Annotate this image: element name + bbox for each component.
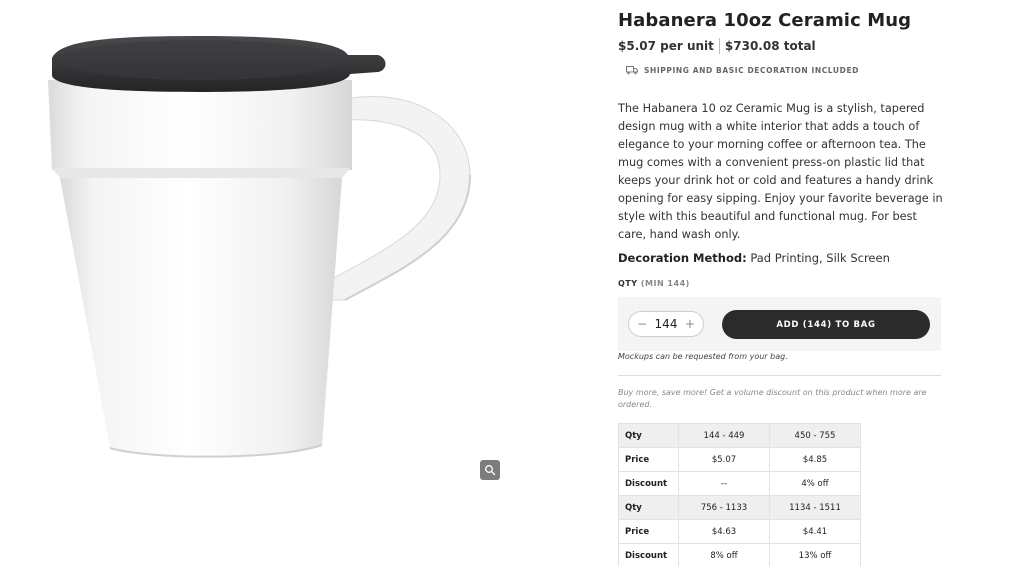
- table-cell: 8% off: [678, 543, 770, 566]
- shipping-text: SHIPPING AND BASIC DECORATION INCLUDED: [644, 66, 859, 75]
- table-cell: 450 - 755: [769, 423, 861, 448]
- table-cell: 1134 - 1511: [769, 495, 861, 520]
- row-label: Price: [618, 447, 679, 472]
- table-row: Price $5.07 $4.85: [618, 447, 861, 472]
- table-cell: 4% off: [769, 471, 861, 496]
- table-cell: $4.63: [678, 519, 770, 544]
- total-price: $730.08 total: [724, 39, 816, 53]
- zoom-button[interactable]: [480, 460, 500, 480]
- product-description: The Habanera 10 oz Ceramic Mug is a styl…: [618, 102, 943, 241]
- mockup-note: Mockups can be requested from your bag.: [618, 352, 788, 361]
- add-to-bag-button[interactable]: ADD (144) TO BAG: [722, 310, 930, 339]
- table-row: Qty 144 - 449 450 - 755: [618, 423, 861, 448]
- table-cell: 144 - 449: [678, 423, 770, 448]
- table-cell: 13% off: [769, 543, 861, 566]
- table-cell: $4.41: [769, 519, 861, 544]
- pricing-table: Qty 144 - 449 450 - 755 Price $5.07 $4.85 Disc…: [618, 423, 861, 566]
- table-cell: 756 - 1133: [678, 495, 770, 520]
- row-label: Discount: [618, 471, 679, 496]
- table-cell: $5.07: [678, 447, 770, 472]
- qty-min: (MIN 144): [640, 279, 690, 288]
- price-divider: [718, 38, 720, 54]
- table-row: Discount 8% off 13% off: [618, 543, 861, 566]
- qty-label: QTY (MIN 144): [618, 279, 690, 288]
- row-label: Qty: [618, 423, 679, 448]
- magnifier-icon: [485, 465, 496, 476]
- truck-icon: [626, 66, 638, 75]
- volume-discount-note: Buy more, save more! Get a volume discou…: [618, 388, 927, 409]
- product-title: Habanera 10oz Ceramic Mug: [618, 10, 912, 31]
- decoration-method: Decoration Method: Pad Printing, Silk Sc…: [618, 251, 890, 265]
- quantity-stepper: − +: [628, 311, 704, 337]
- decoration-label: Decoration Method:: [618, 251, 747, 265]
- row-label: Discount: [618, 543, 679, 566]
- decoration-value: Pad Printing, Silk Screen: [750, 251, 890, 265]
- table-cell: $4.85: [769, 447, 861, 472]
- decrement-button[interactable]: −: [635, 317, 649, 331]
- row-label: Price: [618, 519, 679, 544]
- unit-price: $5.07 per unit: [618, 39, 714, 53]
- table-row: Price $4.63 $4.41: [618, 519, 861, 544]
- row-label: Qty: [618, 495, 679, 520]
- table-row: Qty 756 - 1133 1134 - 1511: [618, 495, 861, 520]
- price-line: $5.07 per unit $730.08 total: [618, 38, 816, 54]
- qty-label-text: QTY: [618, 279, 638, 288]
- shipping-note: SHIPPING AND BASIC DECORATION INCLUDED: [626, 66, 859, 75]
- quantity-input[interactable]: [651, 317, 681, 331]
- product-image-area: [0, 0, 600, 566]
- table-row: Discount -- 4% off: [618, 471, 861, 496]
- divider: [618, 375, 941, 376]
- qty-box: − + ADD (144) TO BAG: [618, 297, 941, 351]
- product-image: [48, 36, 471, 458]
- increment-button[interactable]: +: [683, 317, 697, 331]
- table-cell: --: [678, 471, 770, 496]
